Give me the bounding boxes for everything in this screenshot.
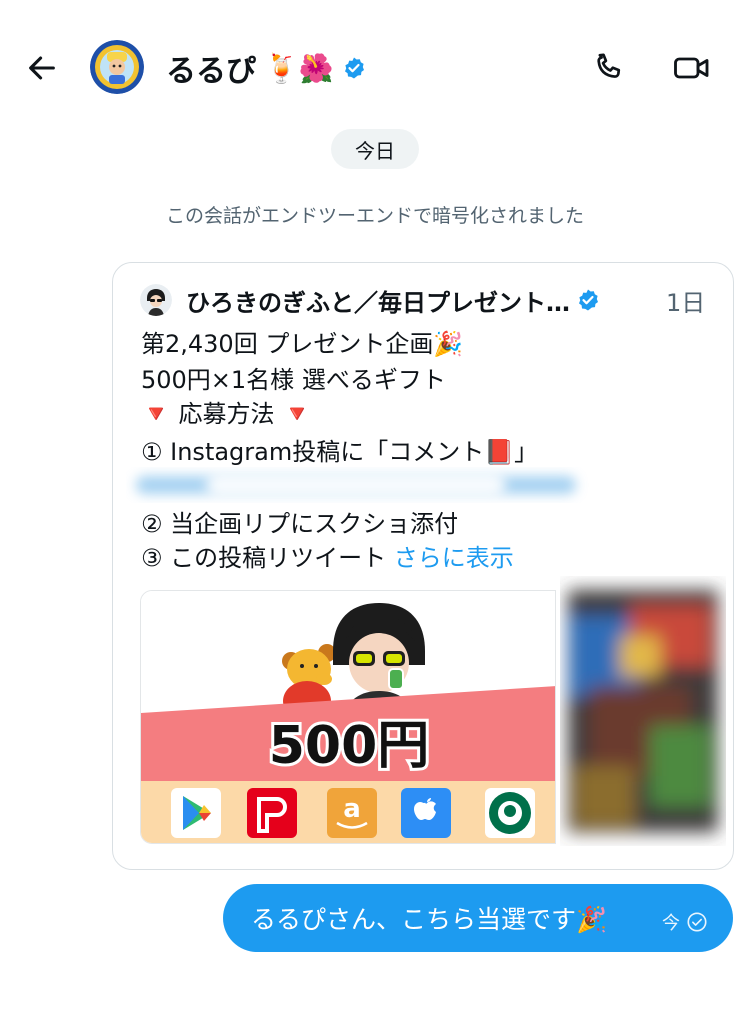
call-button[interactable] xyxy=(584,44,632,92)
back-button[interactable] xyxy=(22,48,62,88)
sent-message-bubble[interactable]: るるぴさん、こちら当選です🎉 xyxy=(223,884,733,952)
gift-amount-label: 500円 xyxy=(269,716,430,776)
show-more-link[interactable]: さらに表示 xyxy=(394,544,514,572)
starbucks-icon xyxy=(485,788,535,838)
contact-name: るるぴ xyxy=(166,54,256,89)
verified-badge-icon xyxy=(579,289,598,311)
amazon-icon: a xyxy=(327,788,377,838)
chat-title[interactable]: るるぴ 🍹🌺 xyxy=(166,50,366,89)
tweet-text-line: ① Instagram投稿に「コメント📕」 xyxy=(141,438,539,466)
tweet-text-line-with-more: ③ この投稿リツイート さらに表示 xyxy=(141,540,514,576)
encryption-notice: この会話がエンドツーエンドで暗号化されました xyxy=(165,205,584,227)
date-separator: 今日 xyxy=(331,129,419,169)
tweet-author-name[interactable]: ひろきのぎふと／毎日プレゼント… xyxy=(186,284,600,317)
tweet-text-line: 500円×1名様 選べるギフト xyxy=(141,366,446,394)
tweet-author-label: ひろきのぎふと／毎日プレゼント… xyxy=(186,288,570,317)
read-check-icon xyxy=(687,912,707,932)
video-camera-icon xyxy=(674,57,709,79)
google-play-icon xyxy=(171,788,221,838)
tweet-text-line: 第2,430回 プレゼント企画🎉 xyxy=(141,330,464,358)
tweet-media-gift-image[interactable]: 500円 a xyxy=(140,590,556,844)
phone-icon xyxy=(597,53,621,78)
apple-icon xyxy=(401,788,451,838)
tweet-text-line: 🔻 応募方法 🔻 xyxy=(141,400,313,428)
tweet-author-avatar xyxy=(140,284,172,316)
name-emojis: 🍹🌺 xyxy=(264,51,334,85)
message-time: 今 xyxy=(662,913,680,934)
tweet-timestamp: 1日 xyxy=(666,288,706,317)
paypay-icon xyxy=(247,788,297,838)
tweet-text-line: ③ この投稿リツイート xyxy=(141,544,387,572)
verified-badge-icon xyxy=(344,57,364,79)
back-arrow-icon xyxy=(29,56,55,80)
blurred-link[interactable] xyxy=(126,466,596,506)
svg-text:a: a xyxy=(343,794,361,824)
tweet-media-blurred-image[interactable] xyxy=(560,576,726,846)
video-call-button[interactable] xyxy=(668,44,716,92)
message-text: るるぴさん、こちら当選です🎉 xyxy=(251,905,608,934)
contact-avatar[interactable] xyxy=(90,40,144,94)
message-meta: 今 xyxy=(662,908,708,936)
tweet-text-line: ② 当企画リプにスクショ添付 xyxy=(141,510,459,538)
